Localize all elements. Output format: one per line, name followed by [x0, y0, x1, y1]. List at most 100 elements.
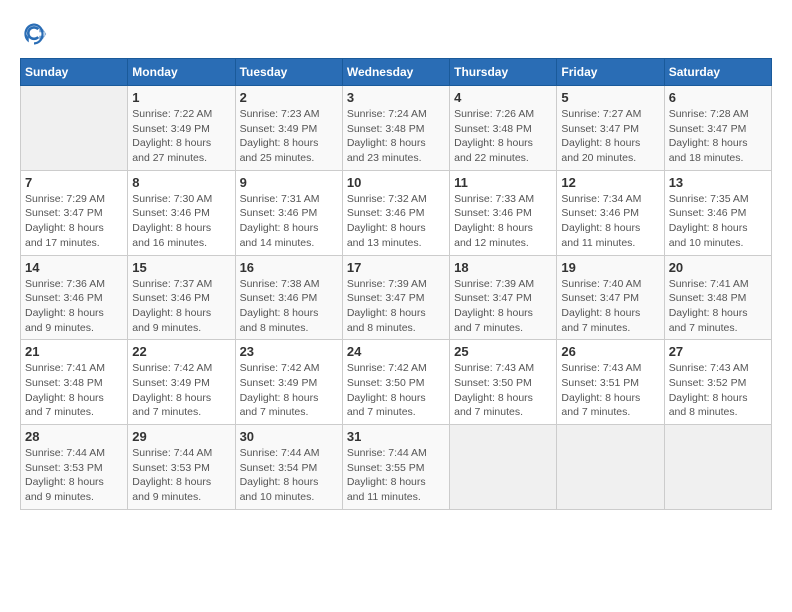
- calendar-cell: 13 Sunrise: 7:35 AM Sunset: 3:46 PM Dayli…: [664, 170, 771, 255]
- calendar-cell: 3 Sunrise: 7:24 AM Sunset: 3:48 PM Daylig…: [342, 86, 449, 171]
- calendar-week-4: 21 Sunrise: 7:41 AM Sunset: 3:48 PM Dayli…: [21, 340, 772, 425]
- logo-icon: [20, 20, 48, 48]
- day-number: 18: [454, 260, 552, 275]
- day-info: Sunrise: 7:42 AM Sunset: 3:50 PM Dayligh…: [347, 361, 445, 420]
- day-number: 25: [454, 344, 552, 359]
- calendar-cell: 25 Sunrise: 7:43 AM Sunset: 3:50 PM Dayli…: [450, 340, 557, 425]
- day-info: Sunrise: 7:40 AM Sunset: 3:47 PM Dayligh…: [561, 277, 659, 336]
- weekday-header-sunday: Sunday: [21, 59, 128, 86]
- calendar-table: SundayMondayTuesdayWednesdayThursdayFrid…: [20, 58, 772, 510]
- calendar-cell: 26Sunrise: 7:43 AM Sunset: 3:51 PM Dayli…: [557, 340, 664, 425]
- day-info: Sunrise: 7:44 AM Sunset: 3:55 PM Dayligh…: [347, 446, 445, 505]
- day-info: Sunrise: 7:24 AM Sunset: 3:48 PM Dayligh…: [347, 107, 445, 166]
- calendar-cell: 23 Sunrise: 7:42 AM Sunset: 3:49 PM Dayli…: [235, 340, 342, 425]
- day-info: Sunrise: 7:41 AM Sunset: 3:48 PM Dayligh…: [25, 361, 123, 420]
- day-info: Sunrise: 7:34 AM Sunset: 3:46 PM Dayligh…: [561, 192, 659, 251]
- day-number: 5: [561, 90, 659, 105]
- calendar-cell: 7 Sunrise: 7:29 AM Sunset: 3:47 PM Daylig…: [21, 170, 128, 255]
- weekday-header-wednesday: Wednesday: [342, 59, 449, 86]
- calendar-cell: 27 Sunrise: 7:43 AM Sunset: 3:52 PM Dayli…: [664, 340, 771, 425]
- calendar-cell: [664, 425, 771, 510]
- weekday-header-tuesday: Tuesday: [235, 59, 342, 86]
- day-number: 20: [669, 260, 767, 275]
- calendar-week-2: 7 Sunrise: 7:29 AM Sunset: 3:47 PM Daylig…: [21, 170, 772, 255]
- calendar-cell: 8 Sunrise: 7:30 AM Sunset: 3:46 PM Daylig…: [128, 170, 235, 255]
- day-info: Sunrise: 7:30 AM Sunset: 3:46 PM Dayligh…: [132, 192, 230, 251]
- day-info: Sunrise: 7:23 AM Sunset: 3:49 PM Dayligh…: [240, 107, 338, 166]
- calendar-body: 1 Sunrise: 7:22 AM Sunset: 3:49 PM Daylig…: [21, 86, 772, 510]
- calendar-week-3: 14Sunrise: 7:36 AM Sunset: 3:46 PM Dayli…: [21, 255, 772, 340]
- day-number: 28: [25, 429, 123, 444]
- calendar-week-5: 28 Sunrise: 7:44 AM Sunset: 3:53 PM Dayli…: [21, 425, 772, 510]
- day-number: 11: [454, 175, 552, 190]
- day-info: Sunrise: 7:43 AM Sunset: 3:52 PM Dayligh…: [669, 361, 767, 420]
- calendar-cell: 1 Sunrise: 7:22 AM Sunset: 3:49 PM Daylig…: [128, 86, 235, 171]
- weekday-header-saturday: Saturday: [664, 59, 771, 86]
- calendar-cell: 12 Sunrise: 7:34 AM Sunset: 3:46 PM Dayli…: [557, 170, 664, 255]
- calendar-week-1: 1 Sunrise: 7:22 AM Sunset: 3:49 PM Daylig…: [21, 86, 772, 171]
- day-number: 3: [347, 90, 445, 105]
- calendar-cell: 2 Sunrise: 7:23 AM Sunset: 3:49 PM Daylig…: [235, 86, 342, 171]
- day-number: 12: [561, 175, 659, 190]
- calendar-cell: 4Sunrise: 7:26 AM Sunset: 3:48 PM Daylig…: [450, 86, 557, 171]
- day-info: Sunrise: 7:37 AM Sunset: 3:46 PM Dayligh…: [132, 277, 230, 336]
- day-number: 19: [561, 260, 659, 275]
- day-number: 17: [347, 260, 445, 275]
- calendar-cell: 29Sunrise: 7:44 AM Sunset: 3:53 PM Dayli…: [128, 425, 235, 510]
- calendar-cell: 19 Sunrise: 7:40 AM Sunset: 3:47 PM Dayli…: [557, 255, 664, 340]
- day-info: Sunrise: 7:31 AM Sunset: 3:46 PM Dayligh…: [240, 192, 338, 251]
- logo: [20, 20, 52, 48]
- calendar-cell: 15Sunrise: 7:37 AM Sunset: 3:46 PM Dayli…: [128, 255, 235, 340]
- weekday-header-row: SundayMondayTuesdayWednesdayThursdayFrid…: [21, 59, 772, 86]
- calendar-cell: 28Sunrise: 7:44 AM Sunset: 3:53 PM Dayli…: [21, 425, 128, 510]
- page-header: [20, 20, 772, 48]
- calendar-cell: 31Sunrise: 7:44 AM Sunset: 3:55 PM Dayli…: [342, 425, 449, 510]
- calendar-cell: 10 Sunrise: 7:32 AM Sunset: 3:46 PM Dayli…: [342, 170, 449, 255]
- day-info: Sunrise: 7:27 AM Sunset: 3:47 PM Dayligh…: [561, 107, 659, 166]
- day-number: 26: [561, 344, 659, 359]
- day-info: Sunrise: 7:39 AM Sunset: 3:47 PM Dayligh…: [454, 277, 552, 336]
- weekday-header-thursday: Thursday: [450, 59, 557, 86]
- day-info: Sunrise: 7:42 AM Sunset: 3:49 PM Dayligh…: [240, 361, 338, 420]
- day-info: Sunrise: 7:32 AM Sunset: 3:46 PM Dayligh…: [347, 192, 445, 251]
- calendar-cell: [557, 425, 664, 510]
- day-info: Sunrise: 7:39 AM Sunset: 3:47 PM Dayligh…: [347, 277, 445, 336]
- day-number: 1: [132, 90, 230, 105]
- day-number: 30: [240, 429, 338, 444]
- calendar-cell: 5 Sunrise: 7:27 AM Sunset: 3:47 PM Daylig…: [557, 86, 664, 171]
- day-number: 4: [454, 90, 552, 105]
- calendar-cell: 21 Sunrise: 7:41 AM Sunset: 3:48 PM Dayli…: [21, 340, 128, 425]
- day-info: Sunrise: 7:36 AM Sunset: 3:46 PM Dayligh…: [25, 277, 123, 336]
- calendar-cell: 14Sunrise: 7:36 AM Sunset: 3:46 PM Dayli…: [21, 255, 128, 340]
- day-info: Sunrise: 7:35 AM Sunset: 3:46 PM Dayligh…: [669, 192, 767, 251]
- calendar-cell: [450, 425, 557, 510]
- day-info: Sunrise: 7:43 AM Sunset: 3:50 PM Dayligh…: [454, 361, 552, 420]
- day-number: 7: [25, 175, 123, 190]
- calendar-cell: 11 Sunrise: 7:33 AM Sunset: 3:46 PM Dayli…: [450, 170, 557, 255]
- day-info: Sunrise: 7:41 AM Sunset: 3:48 PM Dayligh…: [669, 277, 767, 336]
- day-number: 13: [669, 175, 767, 190]
- day-number: 24: [347, 344, 445, 359]
- calendar-cell: [21, 86, 128, 171]
- day-info: Sunrise: 7:28 AM Sunset: 3:47 PM Dayligh…: [669, 107, 767, 166]
- day-number: 6: [669, 90, 767, 105]
- calendar-cell: 18 Sunrise: 7:39 AM Sunset: 3:47 PM Dayli…: [450, 255, 557, 340]
- calendar-cell: 9Sunrise: 7:31 AM Sunset: 3:46 PM Daylig…: [235, 170, 342, 255]
- day-number: 21: [25, 344, 123, 359]
- calendar-cell: 30 Sunrise: 7:44 AM Sunset: 3:54 PM Dayli…: [235, 425, 342, 510]
- day-number: 10: [347, 175, 445, 190]
- day-number: 16: [240, 260, 338, 275]
- day-info: Sunrise: 7:29 AM Sunset: 3:47 PM Dayligh…: [25, 192, 123, 251]
- day-info: Sunrise: 7:22 AM Sunset: 3:49 PM Dayligh…: [132, 107, 230, 166]
- day-number: 2: [240, 90, 338, 105]
- day-number: 8: [132, 175, 230, 190]
- weekday-header-friday: Friday: [557, 59, 664, 86]
- calendar-cell: 20 Sunrise: 7:41 AM Sunset: 3:48 PM Dayli…: [664, 255, 771, 340]
- day-info: Sunrise: 7:44 AM Sunset: 3:53 PM Dayligh…: [132, 446, 230, 505]
- day-info: Sunrise: 7:44 AM Sunset: 3:54 PM Dayligh…: [240, 446, 338, 505]
- day-number: 27: [669, 344, 767, 359]
- day-info: Sunrise: 7:33 AM Sunset: 3:46 PM Dayligh…: [454, 192, 552, 251]
- day-number: 23: [240, 344, 338, 359]
- day-info: Sunrise: 7:38 AM Sunset: 3:46 PM Dayligh…: [240, 277, 338, 336]
- calendar-cell: 6 Sunrise: 7:28 AM Sunset: 3:47 PM Daylig…: [664, 86, 771, 171]
